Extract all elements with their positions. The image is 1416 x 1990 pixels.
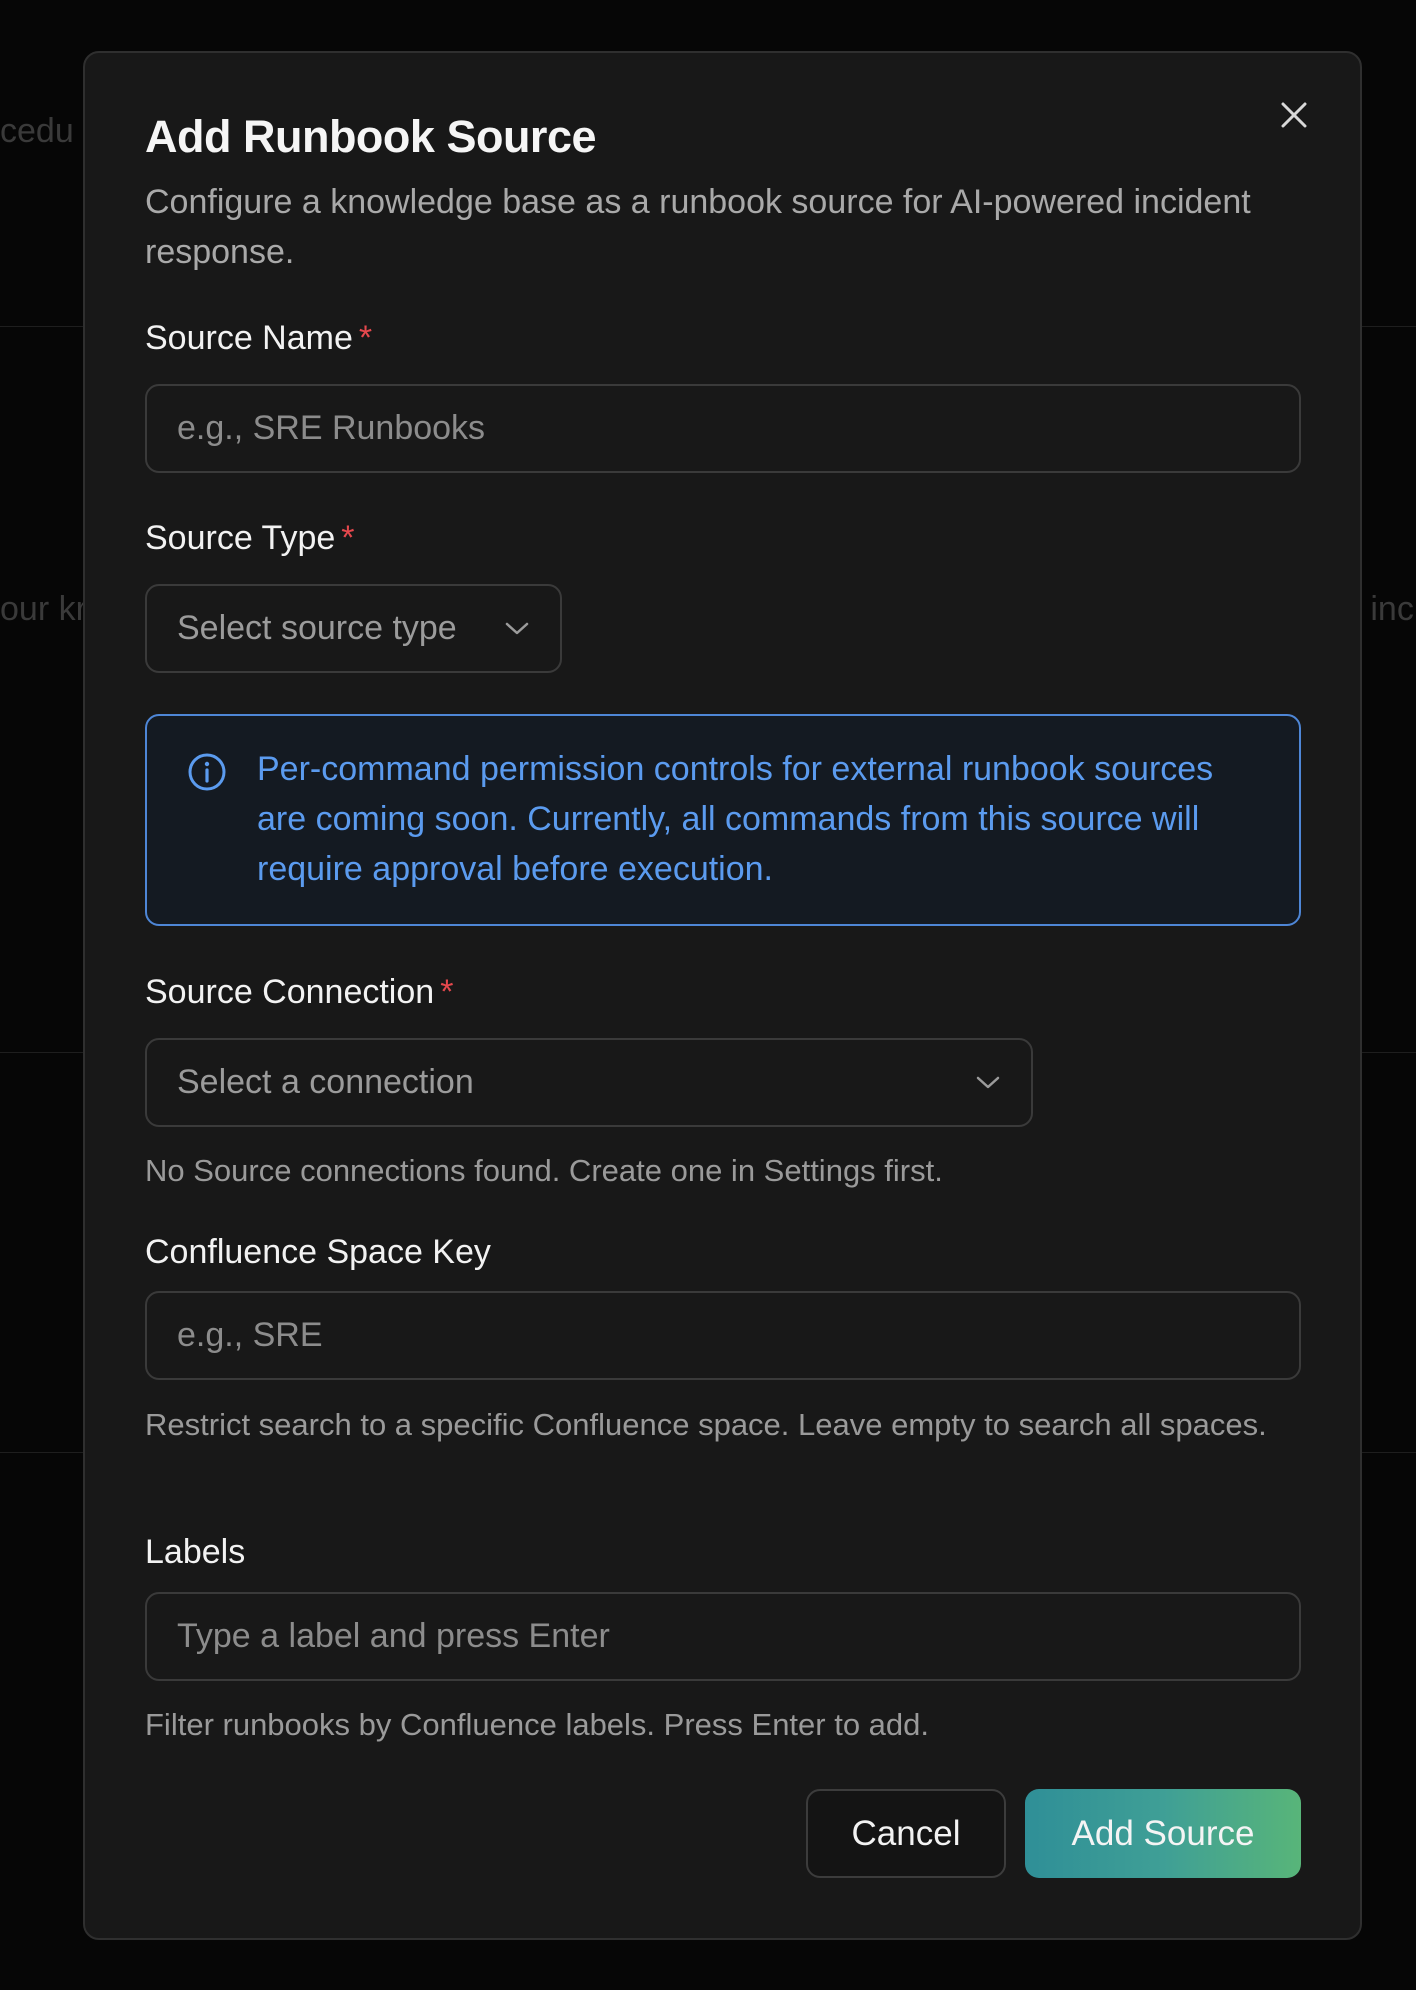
source-name-label-text: Source Name — [145, 319, 353, 357]
source-type-select[interactable]: Select source type — [145, 584, 562, 673]
background-text: cedu — [0, 112, 74, 150]
source-connection-hint: No Source connections found. Create one … — [145, 1153, 943, 1188]
source-connection-label-text: Source Connection — [145, 973, 435, 1011]
space-key-label: Confluence Space Key — [145, 1233, 491, 1272]
labels-label-text: Labels — [145, 1533, 246, 1571]
close-button[interactable] — [1272, 93, 1316, 137]
space-key-hint: Restrict search to a specific Confluence… — [145, 1407, 1267, 1442]
dialog-description: Configure a knowledge base as a runbook … — [145, 183, 1251, 271]
source-type-label-text: Source Type — [145, 519, 336, 557]
space-key-input[interactable] — [145, 1291, 1301, 1380]
chevron-down-icon — [976, 1076, 1000, 1088]
space-key-label-text: Confluence Space Key — [145, 1233, 491, 1271]
source-connection-select[interactable]: Select a connection — [145, 1038, 1033, 1127]
source-name-input[interactable] — [145, 384, 1301, 473]
labels-label: Labels — [145, 1533, 245, 1572]
chevron-down-icon — [505, 622, 529, 634]
source-connection-selected: Select a connection — [177, 1063, 474, 1101]
dialog-title: Add Runbook Source — [145, 111, 597, 162]
info-notice-text: Per-command permission controls for exte… — [257, 750, 1214, 888]
info-icon — [188, 753, 226, 791]
required-indicator: * — [341, 519, 355, 557]
required-indicator: * — [358, 319, 373, 357]
labels-hint: Filter runbooks by Confluence labels. Pr… — [145, 1707, 930, 1742]
labels-input[interactable] — [145, 1592, 1301, 1681]
add-runbook-source-dialog: Add Runbook Source Configure a knowledge… — [83, 51, 1362, 1940]
source-type-label: Source Type * — [145, 519, 355, 558]
source-name-label: Source Name * — [145, 319, 372, 358]
cancel-button[interactable]: Cancel — [806, 1789, 1006, 1878]
permission-info-notice: Per-command permission controls for exte… — [145, 714, 1301, 926]
add-source-button[interactable]: Add Source — [1025, 1789, 1301, 1878]
background-text: our kr — [0, 590, 87, 628]
source-connection-label: Source Connection * — [145, 973, 453, 1012]
close-icon — [1281, 102, 1307, 128]
source-type-selected: Select source type — [177, 609, 457, 647]
required-indicator: * — [440, 973, 454, 1011]
